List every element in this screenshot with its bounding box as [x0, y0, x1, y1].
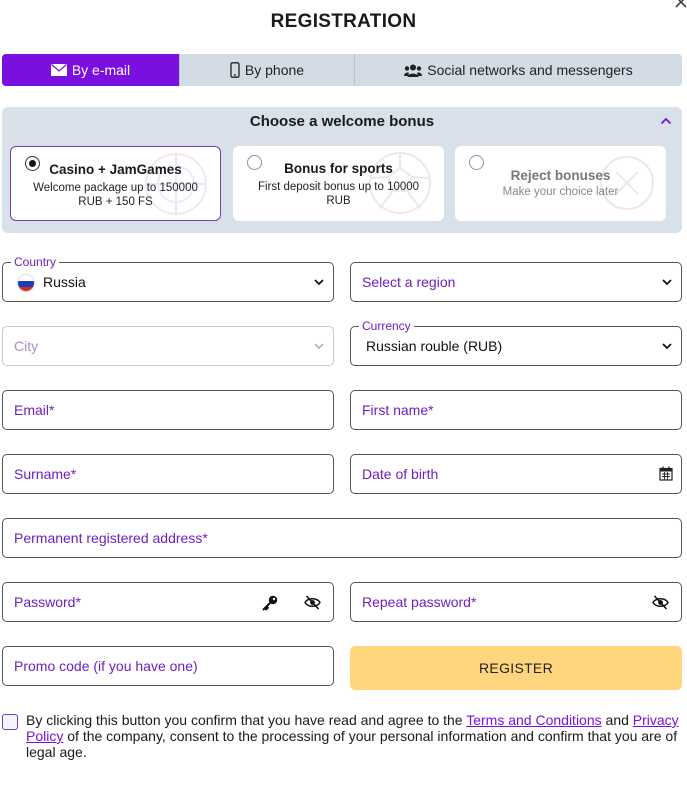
chevron-down-icon [662, 279, 672, 286]
currency-value: Russian rouble (RUB) [366, 338, 503, 354]
email-field[interactable]: Email* [2, 390, 334, 430]
surname-field[interactable]: Surname* [2, 454, 334, 494]
tab-label: By e-mail [71, 62, 131, 78]
address-field[interactable]: Permanent registered address* [2, 518, 682, 558]
first-name-placeholder: First name* [362, 402, 434, 418]
promo-placeholder: Promo code (if you have one) [14, 658, 198, 674]
first-name-field[interactable]: First name* [350, 390, 682, 430]
bonus-radio[interactable] [25, 156, 40, 171]
bonus-radio[interactable] [247, 155, 262, 170]
repeat-password-placeholder: Repeat password* [362, 594, 477, 610]
bonus-heading: Choose a welcome bonus [249, 113, 435, 130]
surname-placeholder: Surname* [14, 466, 77, 482]
russia-flag-icon [17, 274, 35, 292]
bonus-radio[interactable] [469, 155, 484, 170]
bonus-option-sports[interactable]: Bonus for sports First deposit bonus up … [233, 146, 444, 221]
region-placeholder: Select a region [362, 274, 456, 290]
country-value: Russia [43, 274, 86, 290]
tab-label: By phone [244, 62, 305, 78]
password-placeholder: Password* [14, 594, 81, 610]
date-of-birth-field[interactable]: Date of birth [350, 454, 682, 494]
bonus-option-casino[interactable]: Casino + JamGames Welcome package up to … [10, 146, 221, 221]
cancel-circle-icon [600, 156, 654, 210]
consent-checkbox[interactable] [2, 714, 18, 730]
calendar-icon[interactable] [659, 466, 673, 481]
currency-select[interactable]: Currency Russian rouble (RUB) [350, 319, 682, 366]
chevron-down-icon [662, 343, 672, 350]
chevron-up-icon[interactable] [660, 117, 672, 125]
envelope-icon [50, 64, 67, 76]
tab-by-phone[interactable]: By phone [180, 54, 355, 86]
phone-icon [230, 62, 240, 78]
country-select[interactable]: Country Russia [2, 255, 334, 302]
eye-slash-icon[interactable] [652, 595, 669, 610]
tab-social-networks[interactable]: Social networks and messengers [355, 54, 682, 86]
address-placeholder: Permanent registered address* [14, 530, 208, 546]
region-select[interactable]: Select a region [350, 262, 682, 302]
bonus-option-reject[interactable]: Reject bonuses Make your choice later [455, 146, 666, 221]
chevron-down-icon [314, 343, 324, 350]
consent-text-part: and [601, 712, 633, 728]
users-icon [404, 64, 423, 77]
page-title: REGISTRATION [270, 11, 417, 32]
tab-label: Social networks and messengers [427, 62, 633, 78]
promo-code-field[interactable]: Promo code (if you have one) [2, 646, 334, 686]
email-placeholder: Email* [14, 402, 55, 418]
terms-link[interactable]: Terms and Conditions [466, 712, 601, 728]
tab-by-email[interactable]: By e-mail [2, 54, 180, 86]
repeat-password-field[interactable]: Repeat password* [350, 582, 682, 622]
consent-section: By clicking this button you confirm that… [2, 712, 686, 760]
password-field[interactable]: Password* [2, 582, 334, 622]
registration-method-tabs: By e-mail By phone Social networks and m… [2, 54, 682, 86]
key-icon[interactable] [261, 594, 279, 612]
dob-placeholder: Date of birth [362, 466, 439, 482]
casino-decoration-icon [145, 153, 207, 215]
consent-text: By clicking this button you confirm that… [26, 712, 686, 760]
currency-label: Currency [359, 319, 414, 333]
welcome-bonus-panel: Choose a welcome bonus Casino + JamGames… [2, 107, 682, 233]
close-icon[interactable] [673, 0, 687, 10]
consent-text-part: By clicking this button you confirm that… [26, 712, 467, 728]
register-button[interactable]: REGISTER [350, 646, 682, 690]
eye-slash-icon[interactable] [304, 595, 321, 610]
chevron-down-icon [314, 279, 324, 286]
city-placeholder: City [14, 338, 39, 354]
country-label: Country [11, 255, 60, 269]
city-select[interactable]: City [2, 326, 334, 366]
consent-text-part: of the company, consent to the processin… [26, 728, 678, 760]
soccer-ball-icon [369, 152, 431, 214]
